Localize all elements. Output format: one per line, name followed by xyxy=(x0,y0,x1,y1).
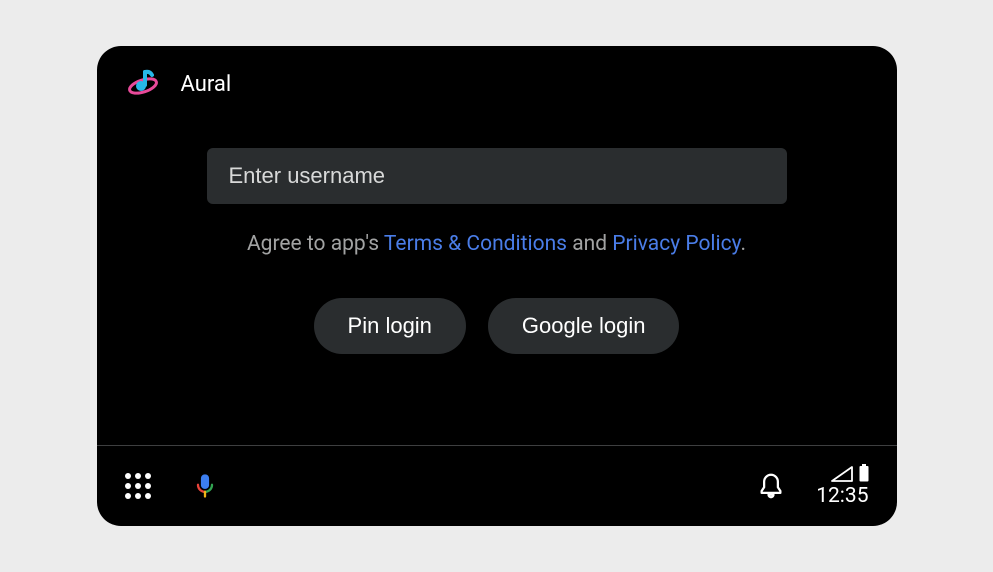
agreement-text: Agree to app's Terms & Conditions and Pr… xyxy=(247,232,746,256)
privacy-link[interactable]: Privacy Policy xyxy=(612,232,740,256)
google-login-button[interactable]: Google login xyxy=(488,298,680,354)
signal-icon xyxy=(831,466,853,482)
agreement-suffix: . xyxy=(740,232,746,256)
notification-bell-icon[interactable] xyxy=(756,471,786,501)
status-icons xyxy=(831,464,869,482)
app-header: Aural xyxy=(97,46,897,100)
agreement-prefix: Agree to app's xyxy=(247,232,384,256)
username-input[interactable] xyxy=(207,148,787,204)
status-cluster: 12:35 xyxy=(816,464,868,508)
device-frame: Aural Agree to app's Terms & Conditions … xyxy=(97,46,897,526)
microphone-icon[interactable] xyxy=(191,472,219,500)
login-content: Agree to app's Terms & Conditions and Pr… xyxy=(97,100,897,445)
navbar-right: 12:35 xyxy=(756,464,868,508)
navbar: 12:35 xyxy=(97,446,897,526)
app-title: Aural xyxy=(181,72,232,97)
terms-link[interactable]: Terms & Conditions xyxy=(384,232,567,256)
apps-grid-icon[interactable] xyxy=(125,473,151,499)
battery-icon xyxy=(859,464,869,482)
login-button-row: Pin login Google login xyxy=(314,298,680,354)
pin-login-button[interactable]: Pin login xyxy=(314,298,466,354)
navbar-left xyxy=(125,472,219,500)
clock: 12:35 xyxy=(816,484,868,508)
agreement-middle: and xyxy=(567,232,612,256)
app-logo-icon xyxy=(127,68,159,100)
